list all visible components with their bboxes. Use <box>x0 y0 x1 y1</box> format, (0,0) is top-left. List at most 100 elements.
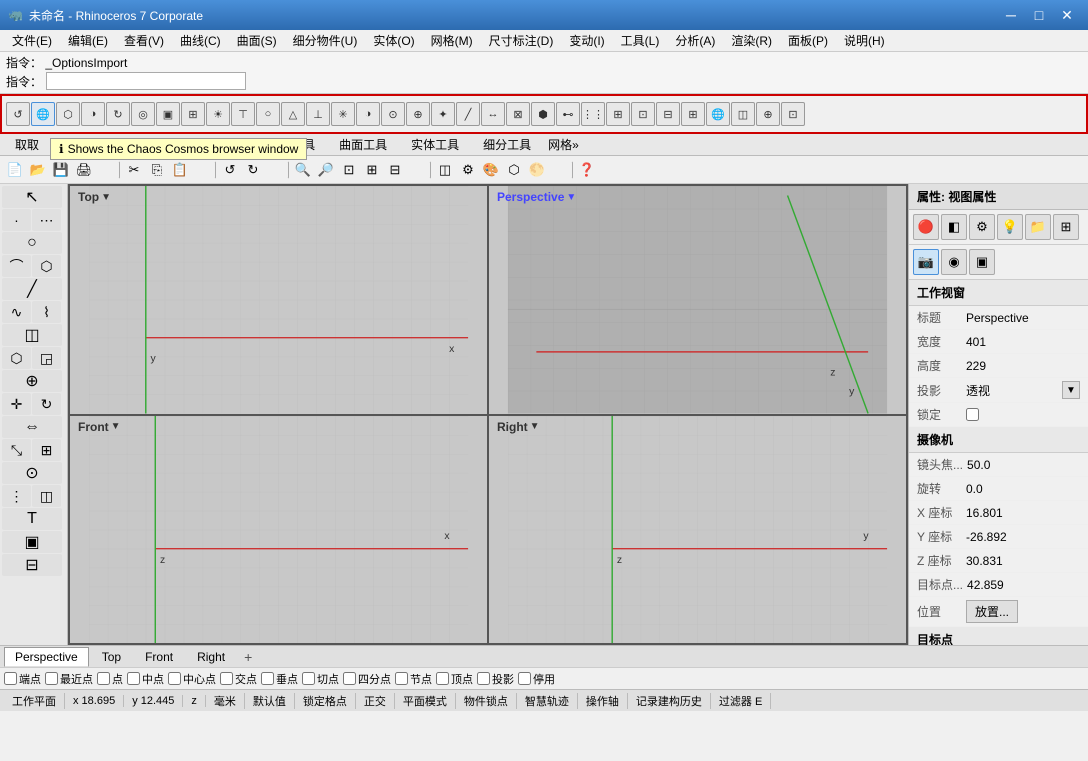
sec-prop[interactable]: ⚙ <box>457 159 479 181</box>
tb-btn-26[interactable]: ⊡ <box>631 102 655 126</box>
vp-tab-perspective[interactable]: Perspective <box>4 647 89 667</box>
tb-btn-11[interactable]: ○ <box>256 102 280 126</box>
tb-undo-btn[interactable]: ↺ <box>6 102 30 126</box>
panel-icon-display[interactable]: ⚙ <box>969 214 995 240</box>
command-input[interactable] <box>46 72 246 90</box>
status-unit[interactable]: 毫米 <box>206 693 245 709</box>
status-workplane[interactable]: 工作平面 <box>4 693 65 709</box>
vp-tab-right[interactable]: Right <box>186 647 236 667</box>
maximize-button[interactable]: □ <box>1026 4 1052 26</box>
lt-bottom[interactable]: ⊟ <box>2 554 62 576</box>
snap-vertex[interactable]: 顶点 <box>436 671 473 687</box>
status-z[interactable]: z <box>183 695 206 707</box>
sec-zoom-in[interactable]: 🔍 <box>292 159 314 181</box>
sec-paste-btn[interactable]: 📋 <box>169 159 191 181</box>
tb-btn-18[interactable]: ✦ <box>431 102 455 126</box>
lt-rotate[interactable]: ↻ <box>32 393 61 415</box>
tb-btn-25[interactable]: ⊞ <box>606 102 630 126</box>
menu-render[interactable]: 渲染(R) <box>723 30 780 51</box>
viewport-front-arrow[interactable]: ▼ <box>111 421 121 432</box>
menu-analysis[interactable]: 分析(A) <box>667 30 723 51</box>
viewport-perspective-label[interactable]: Perspective ▼ <box>497 190 576 204</box>
menu-file[interactable]: 文件(E) <box>4 30 60 51</box>
sec-copy-btn[interactable]: ⎘ <box>146 159 168 181</box>
tb-chaos-cosmos-btn[interactable]: 🌐 <box>31 102 55 126</box>
lt-curve[interactable]: ∿ <box>2 301 31 323</box>
tb-btn-14[interactable]: ✳ <box>331 102 355 126</box>
lt-point[interactable]: · <box>2 209 31 231</box>
lt-block[interactable]: ▣ <box>2 531 62 553</box>
status-filter[interactable]: 过滤器 E <box>711 693 771 709</box>
panel-icon-extra[interactable]: ⊞ <box>1053 214 1079 240</box>
tb-btn-31[interactable]: ⊕ <box>756 102 780 126</box>
tb-btn-6[interactable]: ◎ <box>131 102 155 126</box>
viewport-front[interactable]: Front ▼ x z <box>70 416 487 644</box>
viewport-perspective[interactable]: Perspective ▼ z y <box>489 186 906 414</box>
menu-dim[interactable]: 尺寸标注(D) <box>481 30 562 51</box>
sec-render-btn[interactable]: 🎨 <box>480 159 502 181</box>
sec-undo-btn[interactable]: ↺ <box>219 159 241 181</box>
lt-select[interactable]: ↖ <box>2 186 62 208</box>
tb-btn-4[interactable]: ◑ <box>81 102 105 126</box>
tb-btn-3[interactable]: ⬡ <box>56 102 80 126</box>
panel-icon-file[interactable]: 📁 <box>1025 214 1051 240</box>
panel-icon-render2[interactable]: ◉ <box>941 249 967 275</box>
sec-render2[interactable]: ⬡ <box>503 159 525 181</box>
sec-sel2[interactable]: ⊟ <box>384 159 406 181</box>
tb-btn-20[interactable]: ↔ <box>481 102 505 126</box>
sec-redo-btn[interactable]: ↻ <box>242 159 264 181</box>
close-button[interactable]: ✕ <box>1054 4 1080 26</box>
tb-btn-23[interactable]: ⊷ <box>556 102 580 126</box>
tb-btn-8[interactable]: ⊞ <box>181 102 205 126</box>
vp-tab-front[interactable]: Front <box>134 647 184 667</box>
status-default[interactable]: 默认值 <box>245 693 295 709</box>
menu-help[interactable]: 说明(H) <box>836 30 893 51</box>
panel-icon-light[interactable]: 💡 <box>997 214 1023 240</box>
lt-poly[interactable]: ⬡ <box>32 255 61 277</box>
place-button[interactable]: 放置... <box>966 600 1018 623</box>
snap-tan[interactable]: 切点 <box>302 671 339 687</box>
menu-tools[interactable]: 工具(L) <box>613 30 668 51</box>
sec-layer[interactable]: ◫ <box>434 159 456 181</box>
snap-intersect[interactable]: 交点 <box>220 671 257 687</box>
menu-surface[interactable]: 曲面(S) <box>229 30 285 51</box>
panel-icon-properties[interactable]: 🔴 <box>913 214 939 240</box>
menu-subd[interactable]: 细分物件(U) <box>285 30 366 51</box>
status-history[interactable]: 记录建构历史 <box>628 693 711 709</box>
tb-btn-21[interactable]: ⊠ <box>506 102 530 126</box>
tb-btn-27[interactable]: ⊟ <box>656 102 680 126</box>
menu-curve[interactable]: 曲线(C) <box>172 30 229 51</box>
lt-surface[interactable]: ◫ <box>2 324 62 346</box>
lt-layer[interactable]: ◫ <box>32 485 61 507</box>
lock-checkbox[interactable] <box>966 408 979 421</box>
viewport-perspective-arrow[interactable]: ▼ <box>566 192 576 203</box>
lt-multipt[interactable]: ⋯ <box>32 209 61 231</box>
lt-osnap[interactable]: ⊙ <box>2 462 62 484</box>
sec-help[interactable]: ❓ <box>576 159 598 181</box>
menu-edit[interactable]: 编辑(E) <box>60 30 116 51</box>
snap-point[interactable]: 点 <box>97 671 123 687</box>
sec-open-btn[interactable]: 📂 <box>27 159 49 181</box>
tab-solid-tools[interactable]: 实体工具 <box>400 133 470 156</box>
snap-knot[interactable]: 节点 <box>395 671 432 687</box>
lt-fillet[interactable]: ◲ <box>32 347 61 369</box>
viewport-right-arrow[interactable]: ▼ <box>530 421 540 432</box>
panel-icon-viewport[interactable]: ▣ <box>969 249 995 275</box>
tb-btn-17[interactable]: ⊕ <box>406 102 430 126</box>
tb-btn-19[interactable]: ╱ <box>456 102 480 126</box>
lt-text[interactable]: T <box>2 508 62 530</box>
projection-dropdown[interactable]: ▼ <box>1062 381 1080 399</box>
viewport-top-arrow[interactable]: ▼ <box>101 192 111 203</box>
tb-btn-9[interactable]: ☀ <box>206 102 230 126</box>
snap-endpoint[interactable]: 端点 <box>4 671 41 687</box>
viewport-front-label[interactable]: Front ▼ <box>78 420 121 434</box>
status-osnap[interactable]: 物件锁点 <box>456 693 517 709</box>
status-y[interactable]: y 12.445 <box>124 695 183 707</box>
menu-solid[interactable]: 实体(O) <box>365 30 422 51</box>
lt-line[interactable]: ╱ <box>2 278 62 300</box>
snap-project[interactable]: 投影 <box>477 671 514 687</box>
lt-circle[interactable]: ○ <box>2 232 62 254</box>
tb-btn-13[interactable]: ⊥ <box>306 102 330 126</box>
lt-grid[interactable]: ⋮ <box>2 485 31 507</box>
camera-position-row[interactable]: 位置 放置... <box>909 597 1088 627</box>
